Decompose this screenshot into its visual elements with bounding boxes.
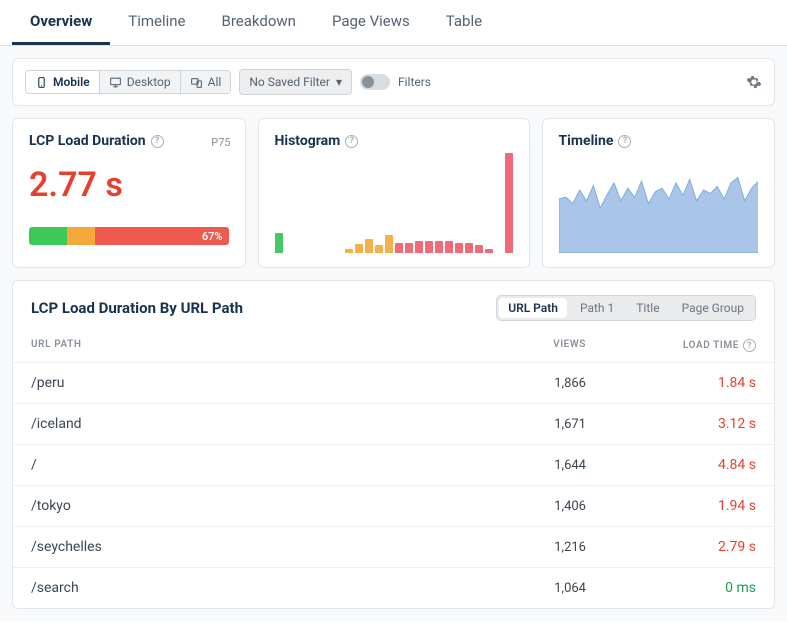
tab-timeline[interactable]: Timeline	[110, 0, 203, 45]
cell-loadtime: 4.84 s	[586, 457, 756, 473]
lcp-card: LCP Load Duration ? P75 2.77 s 67%	[12, 118, 246, 268]
lcp-value: 2.77 s	[29, 165, 229, 205]
device-mobile[interactable]: Mobile	[26, 71, 100, 93]
main-tabs: OverviewTimelineBreakdownPage ViewsTable	[0, 0, 787, 46]
cell-views: 1,671	[466, 417, 586, 432]
group-page-group[interactable]: Page Group	[671, 296, 755, 320]
hist-bar	[375, 245, 383, 253]
tab-page-views[interactable]: Page Views	[314, 0, 428, 45]
saved-filter-dropdown[interactable]: No Saved Filter ▾	[239, 69, 352, 95]
help-icon[interactable]: ?	[151, 135, 164, 148]
hist-bar	[365, 239, 373, 253]
url-table-card: LCP Load Duration By URL Path URL PathPa…	[12, 280, 775, 609]
histogram-title: Histogram ?	[275, 133, 513, 149]
gear-icon[interactable]	[746, 74, 762, 90]
table-row[interactable]: /tokyo1,4061.94 s	[13, 486, 774, 527]
bar-needs-improvement	[67, 227, 95, 245]
table-row[interactable]: /peru1,8661.84 s	[13, 363, 774, 404]
bar-poor: 67%	[95, 227, 229, 245]
help-icon[interactable]: ?	[345, 135, 358, 148]
hist-bar	[455, 243, 463, 253]
col-header-path[interactable]: URL PATH	[31, 339, 466, 352]
group-title[interactable]: Title	[625, 296, 670, 320]
lcp-card-title: LCP Load Duration ?	[29, 133, 229, 149]
cell-path: /seychelles	[31, 539, 466, 555]
tab-breakdown[interactable]: Breakdown	[204, 0, 314, 45]
table-body: /peru1,8661.84 s/iceland1,6713.12 s/1,64…	[13, 363, 774, 608]
cell-views: 1,216	[466, 540, 586, 555]
cell-loadtime: 1.94 s	[586, 498, 756, 514]
filters-label: Filters	[398, 75, 431, 89]
table-column-headers: URL PATH VIEWS LOAD TIME ?	[13, 331, 774, 363]
hist-bar	[345, 249, 353, 253]
timeline-chart	[559, 163, 759, 253]
hist-bar	[355, 244, 363, 253]
tab-table[interactable]: Table	[428, 0, 500, 45]
help-icon[interactable]: ?	[618, 135, 631, 148]
device-desktop[interactable]: Desktop	[100, 71, 181, 93]
panel-area: MobileDesktopAll No Saved Filter ▾ Filte…	[0, 46, 787, 621]
help-icon[interactable]: ?	[743, 339, 756, 352]
hist-bar	[505, 153, 513, 253]
hist-bar	[445, 241, 453, 253]
hist-bar	[405, 243, 413, 253]
cell-path: /search	[31, 580, 466, 596]
cell-path: /iceland	[31, 416, 466, 432]
hist-bar	[385, 235, 393, 253]
cell-views: 1,064	[466, 581, 586, 596]
hist-bar	[425, 241, 433, 253]
cell-loadtime: 0 ms	[586, 580, 756, 596]
hist-bar	[475, 245, 483, 253]
col-header-loadtime[interactable]: LOAD TIME ?	[586, 339, 756, 352]
histogram-chart	[275, 153, 513, 253]
cell-views: 1,866	[466, 376, 586, 391]
chevron-down-icon: ▾	[336, 75, 342, 89]
metric-cards: LCP Load Duration ? P75 2.77 s 67% Histo…	[12, 118, 775, 268]
table-row[interactable]: /iceland1,6713.12 s	[13, 404, 774, 445]
lcp-distribution-bar: 67%	[29, 227, 229, 245]
hist-bar	[395, 243, 403, 253]
cell-loadtime: 3.12 s	[586, 416, 756, 432]
col-header-views[interactable]: VIEWS	[466, 339, 586, 352]
group-path-1[interactable]: Path 1	[569, 296, 625, 320]
table-title: LCP Load Duration By URL Path	[31, 299, 243, 317]
table-row[interactable]: /search1,0640 ms	[13, 568, 774, 608]
cell-path: /	[31, 457, 466, 473]
cell-path: /tokyo	[31, 498, 466, 514]
lcp-percentile: P75	[211, 136, 230, 149]
group-url-path[interactable]: URL Path	[499, 298, 567, 318]
hist-bar	[465, 243, 473, 253]
grouping-segment: URL PathPath 1TitlePage Group	[496, 295, 756, 321]
histogram-card: Histogram ?	[258, 118, 530, 268]
cell-loadtime: 2.79 s	[586, 539, 756, 555]
table-header: LCP Load Duration By URL Path URL PathPa…	[13, 281, 774, 331]
hist-bar	[435, 241, 443, 253]
filter-toolbar: MobileDesktopAll No Saved Filter ▾ Filte…	[12, 58, 775, 106]
hist-bar	[485, 249, 493, 253]
cell-loadtime: 1.84 s	[586, 375, 756, 391]
saved-filter-label: No Saved Filter	[249, 75, 330, 89]
bar-good	[29, 227, 67, 245]
timeline-card: Timeline ?	[542, 118, 776, 268]
table-row[interactable]: /1,6444.84 s	[13, 445, 774, 486]
device-segment: MobileDesktopAll	[25, 70, 231, 94]
tab-overview[interactable]: Overview	[12, 0, 110, 45]
timeline-title: Timeline ?	[559, 133, 759, 149]
cell-path: /peru	[31, 375, 466, 391]
cell-views: 1,644	[466, 458, 586, 473]
hist-bar	[415, 241, 423, 253]
hist-bar	[275, 233, 283, 253]
table-row[interactable]: /seychelles1,2162.79 s	[13, 527, 774, 568]
device-all[interactable]: All	[181, 71, 231, 93]
cell-views: 1,406	[466, 499, 586, 514]
filters-toggle[interactable]	[360, 74, 390, 90]
